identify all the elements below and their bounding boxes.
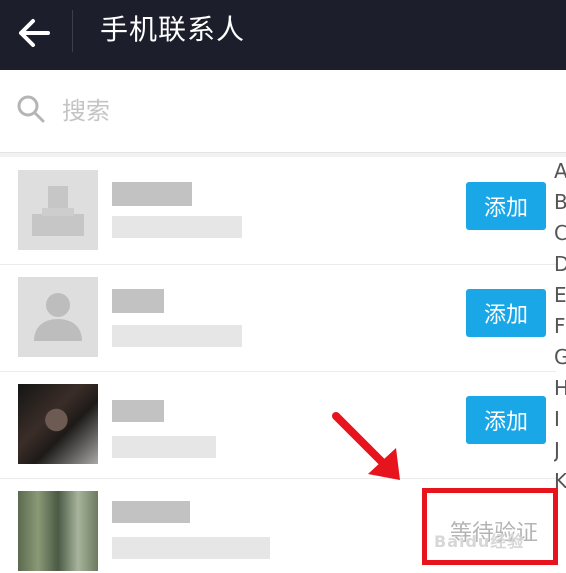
page-title: 手机联系人: [100, 13, 246, 46]
index-letter[interactable]: B: [554, 187, 566, 218]
section-divider: [0, 152, 566, 157]
contact-row[interactable]: 添加: [0, 372, 556, 479]
title-bar: 手机联系人: [0, 0, 566, 70]
index-letter[interactable]: I: [554, 404, 566, 435]
index-letter[interactable]: G: [554, 342, 566, 373]
add-button[interactable]: 添加: [466, 289, 546, 337]
index-letter[interactable]: F: [554, 311, 566, 342]
phone-screen: 手机联系人 添加: [0, 0, 566, 573]
title-divider: [72, 10, 73, 52]
add-button[interactable]: 添加: [466, 182, 546, 230]
person-icon: [34, 293, 82, 341]
alphabet-index[interactable]: A B C D E F G H I J K: [554, 156, 566, 497]
annotation-highlight-box: [422, 488, 558, 565]
index-letter[interactable]: A: [554, 156, 566, 187]
index-letter[interactable]: J: [554, 435, 566, 466]
search-bar: [0, 70, 566, 152]
index-letter[interactable]: H: [554, 373, 566, 404]
back-button[interactable]: [0, 0, 68, 66]
contact-row[interactable]: 添加: [0, 265, 556, 372]
search-input[interactable]: [60, 90, 484, 132]
avatar: [18, 170, 98, 250]
watermark: Baidu经验: [434, 532, 525, 551]
avatar: [18, 277, 98, 357]
index-letter[interactable]: C: [554, 218, 566, 249]
contact-row[interactable]: 添加: [0, 158, 556, 265]
search-icon: [17, 95, 45, 123]
person-icon: [32, 186, 84, 236]
index-letter[interactable]: E: [554, 280, 566, 311]
index-letter[interactable]: D: [554, 249, 566, 280]
annotation-arrow-icon: [332, 412, 400, 480]
avatar: [18, 491, 98, 571]
avatar: [18, 384, 98, 464]
add-button[interactable]: 添加: [466, 396, 546, 444]
arrow-left-icon: [19, 19, 50, 47]
